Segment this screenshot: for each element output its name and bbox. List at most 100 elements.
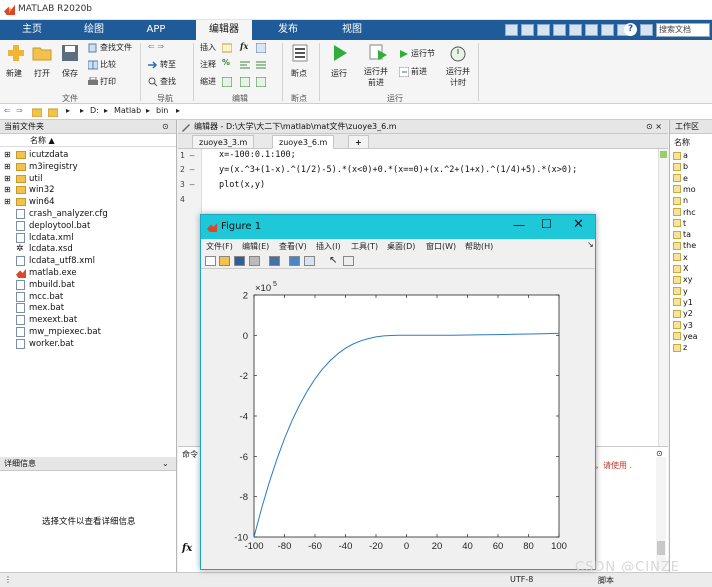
back-forward-arrows[interactable]: ⇐ ⇒ xyxy=(148,42,164,51)
workspace-variable[interactable]: xy xyxy=(673,275,692,284)
fig-open-icon[interactable] xyxy=(219,256,230,266)
workspace-variable[interactable]: b xyxy=(673,162,688,171)
figure-menu-window[interactable]: 窗口(W) xyxy=(426,241,456,252)
save-icon[interactable] xyxy=(60,44,80,62)
comment-percent-icon[interactable]: % xyxy=(222,58,230,67)
run-and-advance-icon[interactable] xyxy=(368,44,388,62)
file-list-item[interactable]: ✲ lcdata.xsd xyxy=(0,243,176,255)
insert-function-button[interactable]: fx xyxy=(240,41,248,51)
run-section-icon[interactable] xyxy=(399,49,409,59)
file-list-item[interactable]: lcdata.xml xyxy=(0,232,176,244)
tab-home[interactable]: 主页 xyxy=(12,20,52,40)
quick-cut-icon[interactable] xyxy=(521,24,534,36)
comment-button[interactable]: 注释 xyxy=(200,59,216,70)
editor-tab-zuoye3-3[interactable]: zuoye3_3.m xyxy=(192,135,255,149)
open-icon[interactable] xyxy=(32,44,52,62)
indent-icon[interactable] xyxy=(240,77,250,87)
file-list-item[interactable]: mexext.bat xyxy=(0,314,176,326)
panel-collapse-icon[interactable]: ⌄ xyxy=(162,459,169,468)
expand-icon[interactable]: ⊞ xyxy=(4,196,11,208)
expand-icon[interactable]: ⊞ xyxy=(4,184,11,196)
breakpoints-icon[interactable] xyxy=(290,44,310,62)
tab-publish[interactable]: 发布 xyxy=(266,20,310,40)
switch-windows-icon[interactable] xyxy=(601,24,614,36)
code-line-3[interactable]: plot(x,y) xyxy=(219,180,265,190)
workspace-variable[interactable]: yea xyxy=(673,332,698,341)
file-list-item[interactable]: mex.bat xyxy=(0,302,176,314)
command-scroll-thumb[interactable] xyxy=(657,541,665,555)
run-and-time-button[interactable]: 运行并 计时 xyxy=(446,66,470,88)
plot-svg[interactable]: -100 -80 -60 -40 -20 0 20 40 60 80 100-10-8-6-4-20… xyxy=(201,269,595,569)
file-list-item[interactable]: mbuild.bat xyxy=(0,279,176,291)
workspace-name-column[interactable]: 名称 xyxy=(674,137,690,148)
smart-indent-icon[interactable] xyxy=(222,77,232,87)
run-and-time-icon[interactable] xyxy=(449,44,469,62)
file-list-item[interactable]: mcc.bat xyxy=(0,291,176,303)
workspace-variable[interactable]: e xyxy=(673,174,688,183)
figure-menu-view[interactable]: 查看(V) xyxy=(279,241,307,252)
figure-menu-help[interactable]: 帮助(H) xyxy=(465,241,493,252)
advance-icon[interactable] xyxy=(399,67,409,77)
run-and-advance-button[interactable]: 运行并 前进 xyxy=(364,66,388,88)
dock-arrow-icon[interactable]: ↘ xyxy=(587,240,594,249)
command-scrollbar[interactable] xyxy=(656,457,666,569)
expand-icon[interactable]: ⊞ xyxy=(4,161,11,173)
help-icon[interactable]: ? xyxy=(624,23,637,36)
editor-scrollbar[interactable] xyxy=(658,149,668,446)
undo-icon[interactable] xyxy=(569,24,582,36)
workspace-variable[interactable]: y xyxy=(673,287,688,296)
file-list-item[interactable]: ⊞ icutzdata xyxy=(0,149,176,161)
run-section-button[interactable]: 运行节 xyxy=(411,48,435,59)
print-button[interactable]: 打印 xyxy=(100,76,116,87)
compare-button[interactable]: 比较 xyxy=(100,59,116,70)
insert-button[interactable]: 插入 xyxy=(200,42,216,53)
workspace-variable[interactable]: rhc xyxy=(673,208,696,217)
file-list-item[interactable]: ⊞ win64 xyxy=(0,196,176,208)
run-icon[interactable] xyxy=(330,44,350,62)
code-line-2[interactable]: y=(x.^3+(1-x).^(1/2)-5).*(x<0)+0.*(x==0)… xyxy=(219,165,577,175)
fig-property-editor-icon[interactable] xyxy=(343,256,354,266)
close-icon[interactable]: ✕ xyxy=(573,217,584,232)
file-list-item[interactable]: matlab.exe xyxy=(0,267,176,279)
fig-new-icon[interactable] xyxy=(205,256,216,266)
file-list-item[interactable]: ⊞ win32 xyxy=(0,184,176,196)
forward-arrow-icon[interactable]: ⇒ xyxy=(16,106,23,115)
breadcrumb-matlab[interactable]: Matlab xyxy=(114,106,141,115)
insert-section-icon[interactable] xyxy=(222,43,232,53)
workspace-variable[interactable]: y3 xyxy=(673,321,693,330)
breadcrumb-bin[interactable]: bin xyxy=(156,106,168,115)
workspace-variable[interactable]: z xyxy=(673,343,687,352)
file-list-item[interactable]: crash_analyzer.cfg xyxy=(0,208,176,220)
workspace-variable[interactable]: ta xyxy=(673,230,691,239)
fig-pointer-icon[interactable]: ↖ xyxy=(329,255,337,266)
workspace-variable[interactable]: mo xyxy=(673,185,696,194)
fig-print-icon[interactable] xyxy=(249,256,260,266)
figure-menu-file[interactable]: 文件(F) xyxy=(206,241,233,252)
workspace-variable[interactable]: X xyxy=(673,264,688,273)
quick-access-menu-icon[interactable] xyxy=(640,24,653,36)
expand-icon[interactable]: ⊞ xyxy=(4,173,11,185)
run-button[interactable]: 运行 xyxy=(331,68,347,79)
panel-menu-icon[interactable]: ⊙ xyxy=(162,122,169,131)
minimize-icon[interactable]: — xyxy=(513,218,525,232)
workspace-variable[interactable]: y2 xyxy=(673,309,693,318)
file-list-item[interactable]: lcdata_utf8.xml xyxy=(0,255,176,267)
code-line-1[interactable]: x=-100:0.1:100; xyxy=(219,150,296,160)
workspace-variable[interactable]: x xyxy=(673,253,688,262)
workspace-variable[interactable]: the xyxy=(673,241,696,250)
figure-menu-tools[interactable]: 工具(T) xyxy=(351,241,378,252)
function-browser-icon[interactable]: fx xyxy=(182,543,192,554)
editor-tab-zuoye3-6[interactable]: zuoye3_6.m xyxy=(272,135,335,149)
advance-button[interactable]: 前进 xyxy=(411,66,427,77)
comment-wrap-icon[interactable] xyxy=(240,60,250,70)
figure-canvas[interactable]: -100 -80 -60 -40 -20 0 20 40 60 80 100 -10 -8 -6 -4 -2 0… xyxy=(201,269,595,569)
open-button[interactable]: 打开 xyxy=(34,68,50,79)
search-documentation-input[interactable]: 搜索文档 xyxy=(656,23,710,37)
file-list-item[interactable]: mw_mpiexec.bat xyxy=(0,326,176,338)
new-tab-button[interactable]: + xyxy=(348,135,369,149)
fig-colorbar-icon[interactable] xyxy=(289,256,300,266)
file-list-item[interactable]: deploytool.bat xyxy=(0,220,176,232)
outdent-icon[interactable] xyxy=(256,77,266,87)
workspace-variable[interactable]: t xyxy=(673,219,686,228)
browse-folder-icon[interactable] xyxy=(48,107,58,117)
